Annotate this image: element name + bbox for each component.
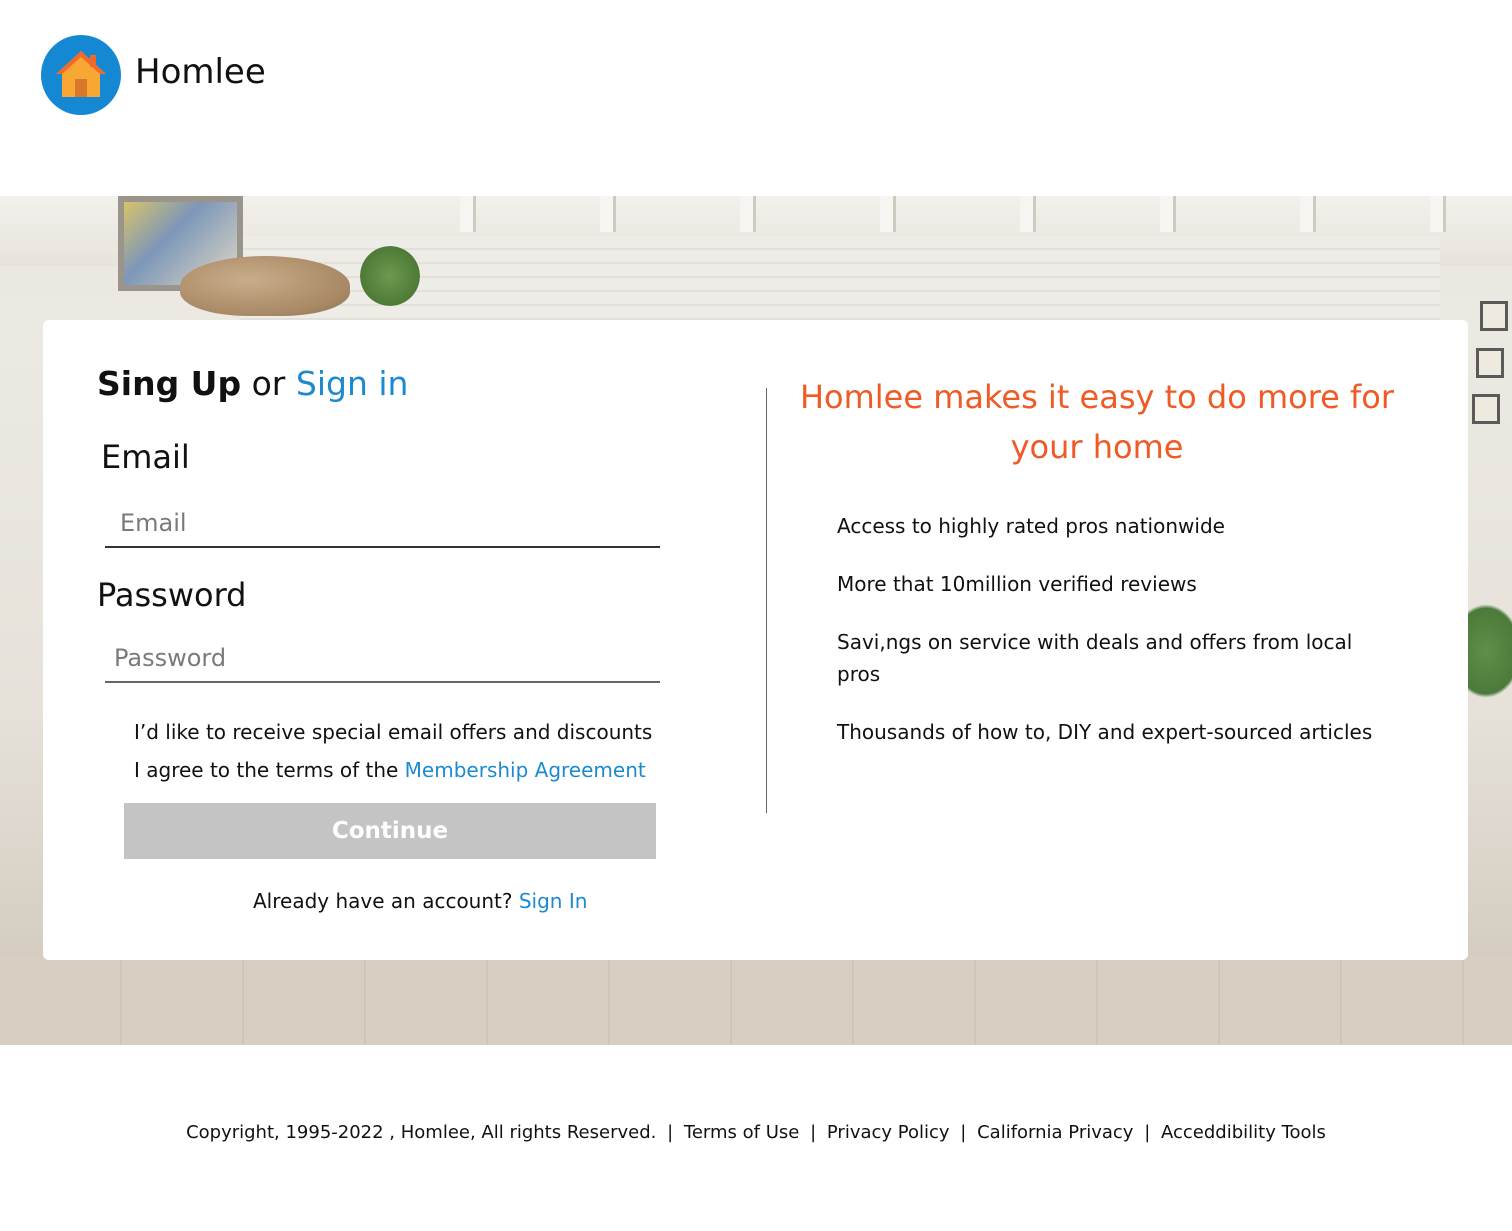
sign-in-heading-link[interactable]: Sign in (296, 364, 409, 403)
privacy-policy-link[interactable]: Privacy Policy (827, 1122, 950, 1143)
vertical-divider (766, 388, 767, 813)
signup-heading: Sing Up (97, 364, 242, 403)
signup-card: Sing Up or Sign in Email Password I’d li… (43, 320, 1468, 960)
benefit-item: More that 10million verified reviews (837, 572, 1197, 596)
wall-frame (1480, 301, 1508, 331)
terms-agreement-option[interactable]: I agree to the terms of the Membership A… (134, 758, 646, 782)
footer-separator: | (960, 1122, 967, 1143)
brand-name: Homlee (135, 52, 266, 92)
ceiling-beam (1430, 196, 1446, 232)
logo[interactable] (41, 35, 121, 115)
potted-plant (1468, 596, 1512, 706)
terms-of-use-link[interactable]: Terms of Use (684, 1122, 799, 1143)
email-offers-option[interactable]: I’d like to receive special email offers… (134, 720, 652, 744)
ceiling-beam (1300, 196, 1316, 232)
house-icon (56, 51, 106, 97)
sign-in-link[interactable]: Sign In (519, 889, 588, 913)
copyright-text: Copyright, 1995-2022 , Homlee, All right… (186, 1122, 657, 1143)
site-header: Homlee (0, 0, 1512, 196)
membership-agreement-link[interactable]: Membership Agreement (405, 758, 646, 782)
already-account: Already have an account? Sign In (253, 889, 587, 913)
california-privacy-link[interactable]: California Privacy (977, 1122, 1133, 1143)
wall-frame (1476, 348, 1504, 378)
benefit-item: Savi,ngs on service with deals and offer… (837, 630, 1353, 686)
accessibility-tools-link[interactable]: Acceddibility Tools (1161, 1122, 1326, 1143)
ceiling-beam (740, 196, 756, 232)
benefit-item: Thousands of how to, DIY and expert-sour… (837, 720, 1373, 744)
already-account-text: Already have an account? (253, 889, 513, 913)
form-heading: Sing Up or Sign in (97, 364, 408, 403)
footer-separator: | (1144, 1122, 1151, 1143)
wall-frame (1472, 394, 1500, 424)
email-input[interactable] (105, 500, 660, 548)
password-label: Password (97, 576, 247, 614)
site-footer: Copyright, 1995-2022 , Homlee, All right… (0, 1122, 1512, 1143)
ceiling-beam (880, 196, 896, 232)
footer-separator: | (810, 1122, 817, 1143)
email-label: Email (101, 438, 190, 476)
terms-agreement-text: I agree to the terms of the (134, 758, 399, 782)
continue-button[interactable]: Continue (124, 803, 656, 859)
footer-separator: | (667, 1122, 674, 1143)
signup-page: Homlee Sing Up or Sign in Email Password (0, 0, 1512, 1231)
hanging-plant (360, 246, 420, 306)
ceiling-beam (1160, 196, 1176, 232)
ceiling-beam (460, 196, 476, 232)
pendant-lamp (180, 256, 350, 316)
password-input[interactable] (105, 635, 660, 683)
benefit-item: Access to highly rated pros nationwide (837, 514, 1225, 538)
wooden-floor (0, 956, 1512, 1045)
promo-title: Homlee makes it easy to do more for your… (799, 378, 1395, 466)
ceiling-beam (1020, 196, 1036, 232)
heading-or: or (251, 364, 286, 403)
ceiling-beam (600, 196, 616, 232)
